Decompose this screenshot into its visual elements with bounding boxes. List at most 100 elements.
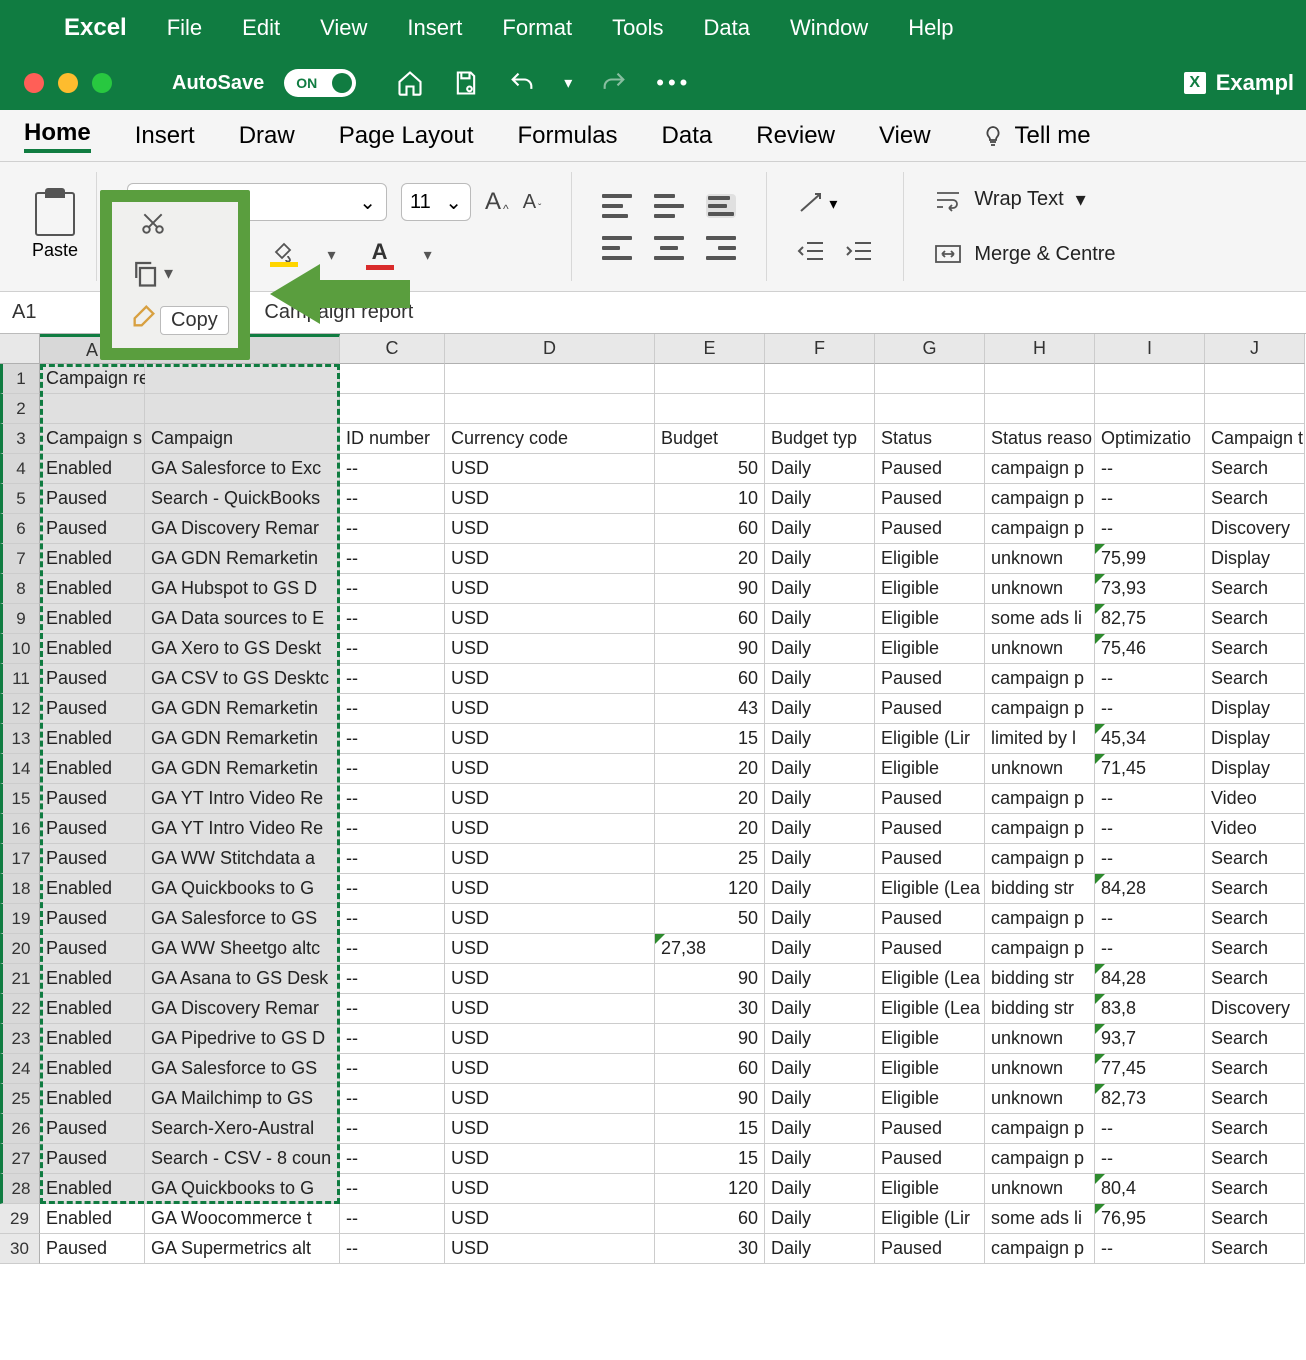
cell[interactable]: Paused [875, 934, 985, 964]
cell[interactable]: 15 [655, 724, 765, 754]
cell[interactable]: Paused [40, 1234, 145, 1264]
cell[interactable]: Paused [40, 694, 145, 724]
cell[interactable]: Paused [40, 1114, 145, 1144]
cell[interactable]: -- [1095, 1144, 1205, 1174]
cell[interactable]: USD [445, 1204, 655, 1234]
row-header-20[interactable]: 20 [0, 934, 40, 964]
cell[interactable] [1205, 394, 1305, 424]
cell[interactable]: USD [445, 1174, 655, 1204]
cell[interactable]: Paused [40, 784, 145, 814]
cell[interactable]: GA WW Stitchdata a [145, 844, 340, 874]
cell[interactable]: USD [445, 784, 655, 814]
cell[interactable]: Paused [875, 904, 985, 934]
cell[interactable]: unknown [985, 574, 1095, 604]
decrease-indent-icon[interactable] [797, 239, 825, 263]
cell[interactable]: unknown [985, 1024, 1095, 1054]
cell[interactable]: Search - CSV - 8 coun [145, 1144, 340, 1174]
cell[interactable]: GA GDN Remarketin [145, 544, 340, 574]
cell[interactable]: 84,28 [1095, 874, 1205, 904]
cell[interactable]: GA Mailchimp to GS [145, 1084, 340, 1114]
cell[interactable]: Budget [655, 424, 765, 454]
cell[interactable]: USD [445, 1144, 655, 1174]
cell[interactable]: Eligible [875, 604, 985, 634]
cell[interactable]: Campaign s [40, 424, 145, 454]
align-right-icon[interactable] [706, 236, 736, 260]
cell[interactable]: Daily [765, 934, 875, 964]
column-header-E[interactable]: E [655, 334, 765, 364]
cell[interactable]: 20 [655, 814, 765, 844]
cell[interactable]: 60 [655, 664, 765, 694]
cell[interactable]: Search [1205, 1114, 1305, 1144]
cell[interactable]: GA GDN Remarketin [145, 754, 340, 784]
cell[interactable]: campaign p [985, 484, 1095, 514]
cell[interactable]: Paused [875, 814, 985, 844]
cell[interactable]: GA Salesforce to GS [145, 1054, 340, 1084]
cell[interactable]: Paused [40, 934, 145, 964]
cell[interactable]: limited by l [985, 724, 1095, 754]
cell[interactable] [1095, 394, 1205, 424]
cell[interactable]: GA Data sources to E [145, 604, 340, 634]
column-header-H[interactable]: H [985, 334, 1095, 364]
cell[interactable]: Eligible [875, 754, 985, 784]
cell[interactable]: GA GDN Remarketin [145, 724, 340, 754]
row-header-21[interactable]: 21 [0, 964, 40, 994]
cell[interactable]: 120 [655, 1174, 765, 1204]
cell[interactable]: GA Hubspot to GS D [145, 574, 340, 604]
cell[interactable]: campaign p [985, 814, 1095, 844]
cell[interactable]: 90 [655, 1084, 765, 1114]
cell[interactable] [40, 394, 145, 424]
cell[interactable]: Eligible [875, 1054, 985, 1084]
cell[interactable]: Daily [765, 1234, 875, 1264]
cell[interactable]: Search [1205, 1174, 1305, 1204]
cell[interactable]: 90 [655, 1024, 765, 1054]
cell[interactable]: 76,95 [1095, 1204, 1205, 1234]
cell[interactable]: 27,38 [655, 934, 765, 964]
cell[interactable]: 71,45 [1095, 754, 1205, 784]
format-painter-button[interactable] [130, 302, 158, 335]
cell[interactable] [145, 394, 340, 424]
row-header-3[interactable]: 3 [0, 424, 40, 454]
cell[interactable]: Daily [765, 754, 875, 784]
column-header-J[interactable]: J [1205, 334, 1305, 364]
cell[interactable]: USD [445, 1234, 655, 1264]
cell[interactable]: 45,34 [1095, 724, 1205, 754]
cell[interactable]: -- [340, 694, 445, 724]
cell[interactable]: -- [340, 844, 445, 874]
cell[interactable]: Paused [875, 454, 985, 484]
cell[interactable]: Eligible [875, 1174, 985, 1204]
cell[interactable]: campaign p [985, 1144, 1095, 1174]
autosave-toggle[interactable]: ON [284, 69, 356, 97]
menu-edit[interactable]: Edit [242, 15, 280, 41]
cell[interactable]: Enabled [40, 1084, 145, 1114]
cell[interactable]: -- [340, 754, 445, 784]
cell[interactable]: USD [445, 1054, 655, 1084]
cell[interactable]: -- [340, 964, 445, 994]
cell[interactable] [985, 394, 1095, 424]
cell[interactable]: -- [340, 454, 445, 484]
cell[interactable]: Daily [765, 814, 875, 844]
cell[interactable]: GA Discovery Remar [145, 994, 340, 1024]
cell[interactable]: campaign p [985, 694, 1095, 724]
cell[interactable]: Daily [765, 1204, 875, 1234]
cell[interactable] [985, 364, 1095, 394]
file-title[interactable]: X Exampl [1184, 70, 1294, 96]
cell[interactable]: unknown [985, 754, 1095, 784]
cell[interactable]: Enabled [40, 874, 145, 904]
row-header-14[interactable]: 14 [0, 754, 40, 784]
cell[interactable] [1095, 364, 1205, 394]
cell[interactable]: USD [445, 1024, 655, 1054]
cell[interactable]: ID number [340, 424, 445, 454]
cell[interactable]: 60 [655, 604, 765, 634]
menu-app-name[interactable]: Excel [64, 14, 127, 42]
cell[interactable]: Daily [765, 724, 875, 754]
column-header-I[interactable]: I [1095, 334, 1205, 364]
cell[interactable]: 60 [655, 514, 765, 544]
row-header-13[interactable]: 13 [0, 724, 40, 754]
cell[interactable] [655, 364, 765, 394]
cell[interactable]: -- [340, 784, 445, 814]
cell[interactable]: campaign p [985, 454, 1095, 484]
cell[interactable]: -- [340, 994, 445, 1024]
cell[interactable]: Discovery [1205, 514, 1305, 544]
cell[interactable]: USD [445, 874, 655, 904]
cell[interactable]: Daily [765, 964, 875, 994]
